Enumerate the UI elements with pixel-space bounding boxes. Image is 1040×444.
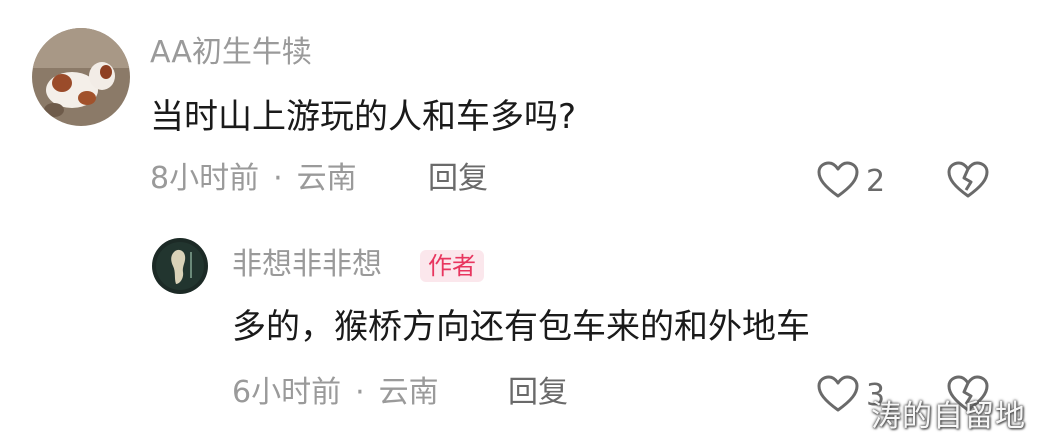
comment-text: 当时山上游玩的人和车多吗? — [150, 97, 577, 137]
heart-outline-icon — [816, 374, 860, 418]
reply-meta: 6小时前 · 云南 — [232, 378, 439, 408]
reply-location: 云南 — [378, 375, 439, 410]
reply-text: 多的，猴桥方向还有包车来的和外地车 — [232, 307, 810, 347]
author-badge: 作者 — [420, 250, 484, 282]
meta-separator: · — [273, 161, 283, 196]
like-button[interactable]: 2 — [816, 160, 885, 204]
broken-heart-icon — [947, 161, 989, 198]
watermark: 涛的自留地 — [871, 399, 1026, 434]
heart-outline-icon — [816, 160, 860, 204]
like-count: 2 — [866, 164, 886, 199]
comment-time: 8小时前 — [150, 161, 260, 196]
reply-username[interactable]: 非想非非想 — [232, 250, 382, 280]
comment-meta: 8小时前 · 云南 — [150, 164, 357, 194]
avatar[interactable] — [32, 28, 130, 126]
reply-time: 6小时前 — [232, 375, 342, 410]
meta-separator: · — [355, 375, 365, 410]
reply-avatar[interactable] — [152, 238, 208, 294]
dislike-button[interactable] — [946, 160, 990, 204]
comment-username[interactable]: AA初生牛犊 — [150, 38, 312, 68]
reply-reply-button[interactable]: 回复 — [508, 378, 568, 408]
comment-location: 云南 — [296, 161, 357, 196]
reply-button[interactable]: 回复 — [428, 164, 488, 194]
